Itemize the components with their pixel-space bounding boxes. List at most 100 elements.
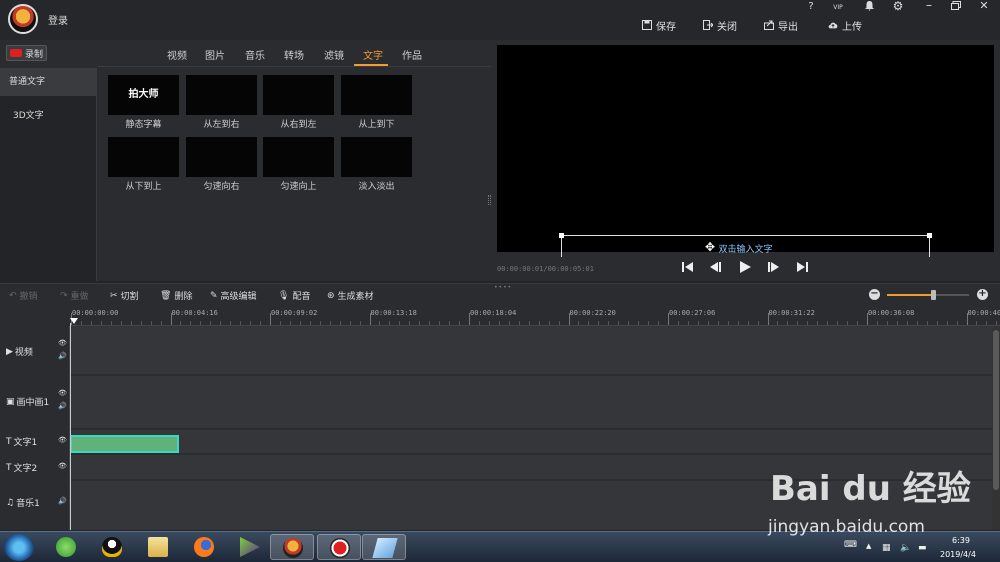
eye-icon[interactable]: 👁 (58, 462, 67, 470)
clock-time[interactable]: 6:39 (952, 536, 970, 545)
volume-icon[interactable]: 🔊 (58, 352, 67, 360)
task-notepad[interactable] (362, 534, 406, 560)
text-input-box[interactable]: ✥ 双击输入文字 (559, 233, 932, 257)
effect-thumb-top-to-bottom[interactable] (341, 75, 412, 115)
task-qq[interactable] (90, 534, 134, 560)
delete-button[interactable]: 🗑 删除 (160, 289, 192, 303)
skip-end-icon[interactable] (795, 260, 809, 274)
category-normal-text[interactable]: 普通文字 (0, 68, 96, 96)
task-player[interactable] (228, 534, 272, 560)
ruler-minor-tick (478, 321, 480, 325)
timeline: 00:00:00:00 00:00:04:16 00:00:09:02 00:00:1… (0, 305, 1000, 530)
generate-button[interactable]: ⊛ 生成素材 (327, 289, 374, 303)
save-icon (642, 20, 652, 30)
vip-icon[interactable]: VIP (831, 4, 845, 11)
zoom-out-icon[interactable]: − (869, 289, 880, 300)
upload-button[interactable]: 上传 (828, 18, 862, 33)
dub-label: 配音 (292, 292, 311, 302)
ruler-tick-label: 00:00:40: (967, 309, 1000, 317)
zoom-slider-knob[interactable] (930, 290, 936, 300)
login-link[interactable]: 登录 (48, 12, 68, 27)
tray-expand-icon[interactable]: ▲ (866, 542, 876, 552)
category-3d-text[interactable]: 3D文字 (0, 102, 96, 130)
effect-thumb-scroll-up[interactable] (263, 137, 334, 177)
save-button[interactable]: 保存 (642, 18, 676, 33)
effect-thumb-static[interactable]: 拍大师 (108, 75, 179, 115)
tab-filter[interactable]: 滤镜 (324, 47, 344, 62)
effect-thumb-right-to-left[interactable] (263, 75, 334, 115)
eye-icon[interactable]: 👁 (58, 436, 67, 444)
track-lane-text2[interactable] (70, 455, 992, 479)
zoom-in-icon[interactable]: + (977, 289, 988, 300)
close-project-button[interactable]: 关闭 (703, 18, 737, 33)
track-lane-text1[interactable] (70, 430, 992, 453)
bell-icon[interactable] (862, 1, 876, 14)
help-icon[interactable]: ? (804, 1, 818, 12)
task-recorder[interactable] (317, 534, 361, 560)
track-label-text2: T 文字2 (6, 461, 37, 475)
resize-grip[interactable]: •••• (494, 284, 512, 291)
text-category-list: 普通文字 3D文字 (0, 68, 97, 281)
zoom-slider[interactable] (887, 290, 969, 300)
time-ruler[interactable]: 00:00:00:00 00:00:04:16 00:00:09:02 00:00:1… (70, 305, 1000, 326)
ruler-minor-tick (717, 321, 719, 325)
tab-image[interactable]: 图片 (205, 47, 225, 62)
resize-handle[interactable] (559, 233, 564, 238)
close-window-icon[interactable]: ✕ (977, 0, 991, 12)
tab-music[interactable]: 音乐 (245, 47, 265, 62)
volume-icon[interactable]: 🔊 (58, 497, 67, 505)
resize-handle[interactable] (927, 233, 932, 238)
paidashi-icon (283, 538, 303, 558)
ruler-minor-tick (190, 321, 192, 325)
tab-video[interactable]: 视频 (167, 47, 187, 62)
ruler-tick-label: 00:00:13:18 (370, 309, 417, 317)
start-button[interactable] (4, 534, 34, 561)
eye-icon[interactable]: 👁 (58, 339, 67, 347)
restore-icon[interactable] (949, 1, 963, 13)
task-paidashi[interactable] (270, 534, 314, 560)
task-firefox[interactable] (182, 534, 226, 560)
effect-label: 淡入淡出 (358, 182, 395, 192)
keyboard-icon[interactable]: ⌨ (844, 540, 857, 550)
effect-thumb-left-to-right[interactable] (186, 75, 257, 115)
effect-thumb-fade[interactable] (341, 137, 412, 177)
text-clip[interactable] (70, 435, 179, 453)
tab-text[interactable]: 文字 (363, 47, 383, 62)
record-button[interactable]: 录制 (6, 45, 47, 61)
cut-button[interactable]: ✂ 切割 (110, 289, 139, 303)
scrollbar-thumb[interactable] (993, 330, 999, 490)
task-360-browser[interactable] (44, 534, 88, 560)
eye-icon[interactable]: 👁 (58, 389, 67, 397)
ruler-minor-tick (946, 321, 948, 325)
play-icon[interactable] (738, 260, 752, 274)
effect-thumb-scroll-right[interactable] (186, 137, 257, 177)
timeline-scrollbar[interactable] (992, 326, 1000, 530)
track-lane-pip[interactable] (70, 376, 992, 428)
ruler-minor-tick (498, 321, 500, 325)
preview-canvas[interactable]: ✥ 双击输入文字 (497, 45, 994, 257)
volume-icon[interactable]: 🔊 (58, 402, 67, 410)
undo-button[interactable]: ↶ 撤销 (9, 289, 38, 303)
redo-button[interactable]: ↷ 重做 (60, 289, 89, 303)
speaker-icon[interactable]: 🔈 (900, 543, 911, 553)
advanced-edit-button[interactable]: ✎ 高级编辑 (210, 289, 257, 303)
playhead-marker[interactable] (70, 318, 78, 324)
task-explorer[interactable] (136, 534, 180, 560)
gear-icon[interactable]: ⚙ (891, 0, 905, 13)
track-lane-music[interactable] (70, 481, 992, 530)
ruler-minor-tick (419, 321, 421, 325)
clock-date[interactable]: 2019/4/4 (940, 550, 976, 559)
next-frame-icon[interactable] (766, 260, 780, 274)
minimize-icon[interactable]: – (922, 0, 936, 12)
record-label: 录制 (25, 49, 44, 60)
power-icon[interactable]: ▬ (918, 543, 928, 553)
prev-frame-icon[interactable] (709, 260, 723, 274)
dub-button[interactable]: 🎙 配音 (278, 289, 311, 303)
track-lane-video[interactable] (70, 326, 992, 374)
tab-transition[interactable]: 转场 (284, 47, 304, 62)
skip-start-icon[interactable] (681, 260, 695, 274)
effect-thumb-bottom-to-top[interactable] (108, 137, 179, 177)
export-button[interactable]: 导出 (764, 18, 798, 33)
tab-works[interactable]: 作品 (402, 47, 422, 62)
network-icon[interactable]: ▦ (882, 543, 892, 553)
